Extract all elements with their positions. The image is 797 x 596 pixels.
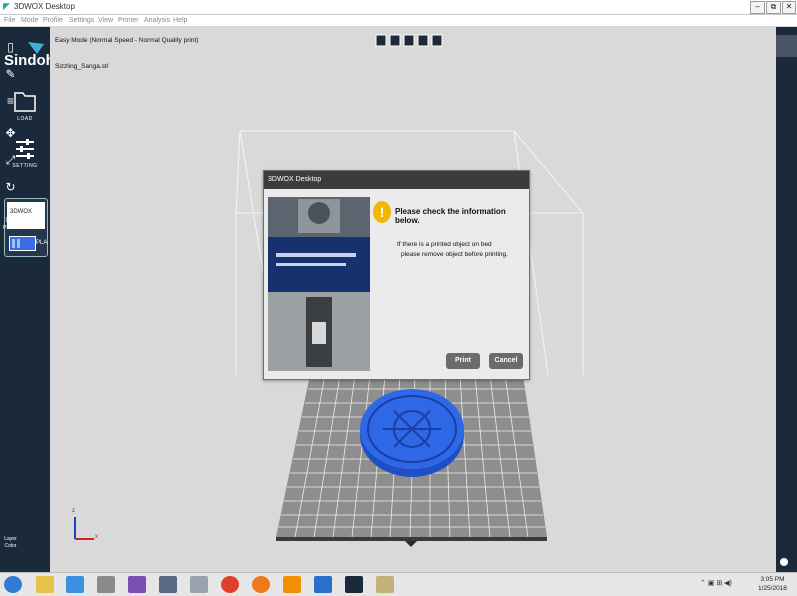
restore-button[interactable]: ⧉ [766, 1, 781, 14]
menu-printer[interactable]: Printer [118, 17, 139, 24]
file-name-text: Sizzling_Sanga.stl [55, 63, 109, 70]
start-button-icon[interactable] [4, 576, 22, 593]
app-logo-icon: ◤ [3, 1, 10, 11]
window-title: 3DWOX Desktop [14, 2, 75, 11]
scale-icon[interactable]: ⤢ [0, 153, 21, 167]
menu-bar: File Mode Profile Settings View Printer … [0, 15, 797, 26]
print-label: PRINT [3, 225, 18, 231]
security-shield-icon[interactable] [159, 576, 177, 593]
menu-profile[interactable]: Profile [43, 17, 63, 24]
dialog-heading: Please check the information below. [395, 207, 506, 225]
material-type: PLA [36, 240, 48, 246]
tray-clock[interactable]: 3:05 PM 1/25/2018 [758, 575, 787, 593]
confirm-dialog: 3DWOX Desktop ! Please check the informa… [263, 170, 530, 380]
print-mode-text: Easy Mode (Normal Speed - Normal Quality… [55, 37, 199, 44]
warning-icon: ! [373, 201, 391, 223]
move-icon[interactable]: ✥ [0, 126, 21, 140]
dialog-message-line1: If there is a printed object on bed [397, 241, 492, 248]
menu-view[interactable]: View [98, 17, 113, 24]
close-button[interactable]: ✕ [782, 1, 796, 14]
taskbar: ⌃ ▣ ⊞ ◀) 3:05 PM 1/25/2018 [0, 572, 797, 596]
dialog-title: 3DWOX Desktop [264, 171, 529, 189]
filament-color-swatch [9, 236, 36, 251]
window-titlebar: ◤ 3DWOX Desktop – ⧉ ✕ [0, 0, 797, 15]
paint-icon[interactable] [376, 576, 394, 593]
logo-mark-icon [28, 42, 44, 54]
axis-x-label: x [95, 534, 98, 540]
vscode-icon[interactable] [314, 576, 332, 593]
menu-analysis[interactable]: Analysis [144, 17, 170, 24]
file-explorer-icon[interactable] [36, 576, 54, 593]
right-toolbar [776, 27, 797, 572]
dialog-message-line2: please remove object before printing. [401, 251, 508, 258]
video-app-icon[interactable] [97, 576, 115, 593]
clock-time: 3:05 PM [760, 576, 785, 583]
clock-date: 1/25/2018 [758, 585, 787, 592]
menu-file[interactable]: File [4, 17, 15, 24]
rotate-icon[interactable]: ↻ [0, 180, 21, 194]
vlc-icon[interactable] [283, 576, 301, 593]
axis-z-label: z [72, 508, 75, 514]
visual-studio-icon[interactable] [128, 576, 146, 593]
ie-browser-icon[interactable] [66, 576, 84, 593]
active-tool-highlight [776, 35, 797, 57]
edit-object-icon[interactable]: ✎ [0, 67, 21, 81]
chrome-icon[interactable] [221, 576, 239, 593]
3dwox-taskbar-icon[interactable] [345, 576, 363, 593]
minimize-button[interactable]: – [750, 1, 765, 14]
layer-color-label: Layer Color [4, 536, 17, 549]
print-confirm-button[interactable]: Print [446, 353, 480, 369]
layers-icon[interactable]: ≡ [0, 94, 21, 108]
menu-mode[interactable]: Mode [21, 17, 39, 24]
tray-icons[interactable]: ⌃ ▣ ⊞ ◀) [700, 579, 755, 589]
menu-help[interactable]: Help [173, 17, 187, 24]
load-label: LOAD [17, 116, 33, 122]
printer-bed-photo [268, 197, 370, 371]
app-icon[interactable] [190, 576, 208, 593]
print-icon: ⎙ [5, 211, 16, 225]
firefox-icon[interactable] [252, 576, 270, 593]
dialog-message: If there is a printed object on bed plea… [397, 240, 508, 260]
menu-settings[interactable]: Settings [69, 17, 94, 24]
cylinder-view-icon[interactable]: ▯ [0, 40, 21, 54]
print-button[interactable]: ⎙ PRINT [0, 211, 21, 232]
cancel-button[interactable]: Cancel [489, 353, 523, 369]
layer-color-toggle[interactable] [780, 558, 788, 566]
